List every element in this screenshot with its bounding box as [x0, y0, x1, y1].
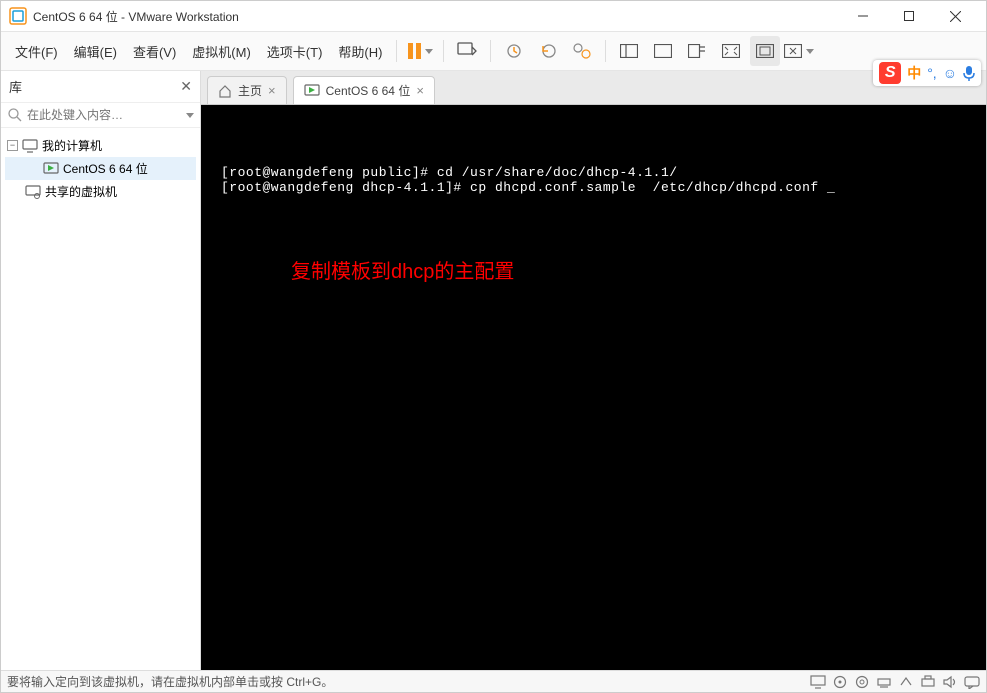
maximize-button[interactable]: [886, 1, 932, 31]
ime-face-icon[interactable]: ☺: [943, 65, 957, 81]
annotation-text: 复制模板到dhcp的主配置: [291, 255, 514, 284]
revert-icon: [539, 42, 557, 60]
menubar: 文件(F) 编辑(E) 查看(V) 虚拟机(M) 选项卡(T) 帮助(H): [1, 31, 986, 71]
sidebar-title: 库: [9, 77, 22, 96]
view-cycle-button[interactable]: [784, 36, 814, 66]
tree-label: 共享的虚拟机: [45, 183, 117, 200]
tree-node-my-computer[interactable]: − 我的计算机: [5, 134, 196, 157]
monitor-icon[interactable]: [810, 675, 826, 689]
view-fullscreen-button[interactable]: [716, 36, 746, 66]
snapshot-icon: [505, 42, 523, 60]
menu-edit[interactable]: 编辑(E): [66, 38, 125, 65]
separator: [490, 40, 491, 62]
separator: [605, 40, 606, 62]
menu-file[interactable]: 文件(F): [7, 38, 66, 65]
network-icon[interactable]: [876, 675, 892, 689]
snapshot-manager-icon: [572, 42, 592, 60]
tab-centos[interactable]: CentOS 6 64 位 ×: [293, 76, 435, 104]
menu-tabs[interactable]: 选项卡(T): [259, 38, 331, 65]
fullscreen-icon: [722, 44, 740, 58]
vm-console[interactable]: [root@wangdefeng public]# cd /usr/share/…: [201, 105, 986, 670]
ime-mic-icon[interactable]: [963, 65, 975, 81]
shared-vms-icon: [25, 185, 41, 199]
cd-icon[interactable]: [854, 675, 870, 689]
sidebar-header: 库 ✕: [1, 71, 200, 102]
vm-running-icon: [304, 84, 320, 98]
ime-lang-label[interactable]: 中: [907, 63, 921, 83]
close-button[interactable]: [932, 1, 978, 31]
pause-icon: [408, 43, 421, 59]
tab-close-button[interactable]: ×: [268, 83, 276, 98]
tab-label: 主页: [238, 82, 262, 99]
view-unity-button[interactable]: [682, 36, 712, 66]
menu-help[interactable]: 帮助(H): [330, 38, 390, 65]
library-tree: − 我的计算机 CentOS 6 64 位 共享的虚拟机: [1, 128, 200, 209]
window-title: CentOS 6 64 位 - VMware Workstation: [33, 8, 840, 25]
sogou-icon: S: [879, 62, 901, 84]
separator: [396, 40, 397, 62]
collapse-icon[interactable]: −: [7, 140, 18, 151]
home-icon: [218, 84, 232, 98]
tab-close-button[interactable]: ×: [416, 83, 424, 98]
tab-label: CentOS 6 64 位: [326, 82, 411, 99]
revert-snapshot-button[interactable]: [533, 36, 563, 66]
send-ctrl-alt-del-button[interactable]: [452, 36, 482, 66]
status-text: 要将输入定向到该虚拟机，请在虚拟机内部单击或按 Ctrl+G。: [7, 673, 333, 690]
content-area: 主页 × CentOS 6 64 位 × [root@wangdefeng pu…: [201, 71, 986, 670]
chevron-down-icon: [425, 49, 433, 54]
view-console-icon: [654, 44, 672, 58]
tabs-row: 主页 × CentOS 6 64 位 ×: [201, 71, 986, 105]
window-controls: [840, 1, 978, 31]
screen-send-icon: [457, 42, 477, 60]
ime-badge[interactable]: S 中 °, ☺: [873, 60, 981, 86]
view-unity-icon: [688, 44, 706, 58]
stretch-icon: [756, 44, 774, 58]
view-single-button[interactable]: [614, 36, 644, 66]
library-sidebar: 库 ✕ − 我的计算机 CentOS 6 64 位: [1, 71, 201, 670]
app-icon: [9, 7, 27, 25]
view-console-button[interactable]: [648, 36, 678, 66]
separator: [443, 40, 444, 62]
minimize-button[interactable]: [840, 1, 886, 31]
usb-icon[interactable]: [898, 675, 914, 689]
tree-label: CentOS 6 64 位: [63, 160, 148, 177]
search-input[interactable]: [27, 108, 182, 122]
tree-label: 我的计算机: [42, 137, 102, 154]
status-device-icons: [810, 675, 980, 689]
chevron-down-icon: [806, 49, 814, 54]
main-area: 库 ✕ − 我的计算机 CentOS 6 64 位: [1, 71, 986, 670]
window-titlebar: CentOS 6 64 位 - VMware Workstation: [1, 1, 986, 31]
search-icon: [7, 107, 23, 123]
sound-icon[interactable]: [942, 675, 958, 689]
snapshot-manager-button[interactable]: [567, 36, 597, 66]
view-single-icon: [620, 44, 638, 58]
statusbar: 要将输入定向到该虚拟机，请在虚拟机内部单击或按 Ctrl+G。: [1, 670, 986, 692]
menu-view[interactable]: 查看(V): [125, 38, 184, 65]
vm-running-icon: [43, 162, 59, 176]
chevron-down-icon[interactable]: [186, 113, 194, 118]
disk-icon[interactable]: [832, 675, 848, 689]
tree-node-centos[interactable]: CentOS 6 64 位: [5, 157, 196, 180]
terminal-output: [root@wangdefeng public]# cd /usr/share/…: [201, 105, 986, 195]
printer-icon[interactable]: [920, 675, 936, 689]
suspend-button[interactable]: [405, 36, 435, 66]
menu-vm[interactable]: 虚拟机(M): [184, 38, 259, 65]
view-stretched-button[interactable]: [750, 36, 780, 66]
sidebar-close-button[interactable]: ✕: [180, 78, 192, 95]
message-icon[interactable]: [964, 675, 980, 689]
computer-icon: [22, 139, 38, 153]
snapshot-button[interactable]: [499, 36, 529, 66]
ime-punct-icon[interactable]: °,: [927, 65, 937, 81]
tree-node-shared[interactable]: 共享的虚拟机: [5, 180, 196, 203]
cycle-icon: [784, 44, 802, 58]
sidebar-search: [1, 102, 200, 128]
tab-home[interactable]: 主页 ×: [207, 76, 287, 104]
